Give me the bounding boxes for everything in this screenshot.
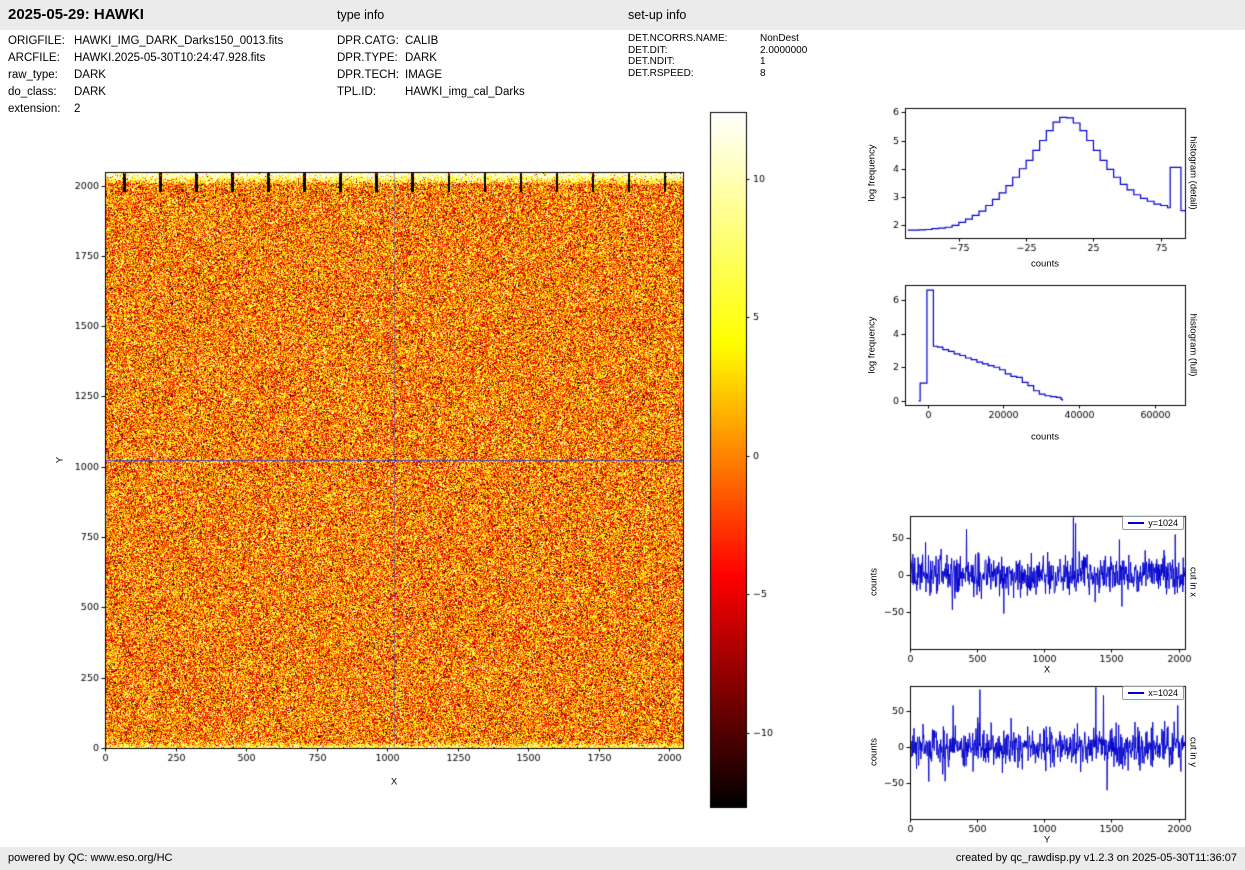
main-image-ylabel: Y (55, 457, 66, 463)
type-info-heading: type info (337, 8, 384, 22)
meta-row: DPR.TYPE:DARK (337, 50, 525, 67)
file-info-block: ORIGFILE:HAWKI_IMG_DARK_Darks150_0013.fi… (8, 33, 283, 118)
histogram-full-title: histogram (full) (1188, 314, 1199, 377)
meta-value: DARK (405, 52, 437, 64)
histogram-detail-title: histogram (detail) (1188, 136, 1199, 209)
meta-key: DPR.TYPE: (337, 50, 405, 67)
meta-key: DET.NDIT: (628, 56, 760, 68)
meta-row: DET.DIT:2.0000000 (628, 45, 807, 57)
histogram-full-xlabel: counts (1031, 432, 1059, 443)
meta-key: TPL.ID: (337, 84, 405, 101)
footer-qc-link[interactable]: powered by QC: www.eso.org/HC (8, 852, 172, 864)
setup-info-heading: set-up info (628, 8, 686, 22)
meta-value: HAWKI_IMG_DARK_Darks150_0013.fits (74, 35, 283, 47)
meta-value: CALIB (405, 35, 438, 47)
meta-row: DPR.CATG:CALIB (337, 33, 525, 50)
setup-info-block: DET.NCORRS.NAME:NonDest DET.DIT:2.000000… (628, 33, 807, 79)
meta-row: ARCFILE:HAWKI.2025-05-30T10:24:47.928.fi… (8, 50, 283, 67)
histogram-detail-ylabel: log frequency (867, 144, 878, 201)
meta-row: DET.NCORRS.NAME:NonDest (628, 33, 807, 45)
meta-key: DPR.TECH: (337, 67, 405, 84)
meta-row: TPL.ID:HAWKI_img_cal_Darks (337, 84, 525, 101)
meta-value: 2.0000000 (760, 45, 807, 56)
meta-value: NonDest (760, 33, 799, 44)
cut-x-xlabel: X (1044, 665, 1050, 676)
meta-key: DPR.CATG: (337, 33, 405, 50)
cut-in-x-plot (865, 508, 1197, 678)
meta-key: ARCFILE: (8, 50, 74, 67)
meta-row: DET.RSPEED:8 (628, 68, 807, 80)
meta-value: DARK (74, 69, 106, 81)
cut-y-legend: x=1024 (1122, 686, 1184, 700)
meta-value: 1 (760, 56, 766, 67)
dark-frame-image-plot (58, 164, 706, 794)
meta-row: DPR.TECH:IMAGE (337, 67, 525, 84)
meta-value: IMAGE (405, 69, 442, 81)
footer-created-by: created by qc_rawdisp.py v1.2.3 on 2025-… (956, 852, 1237, 864)
meta-value: 2 (74, 103, 80, 115)
main-image-xlabel: X (391, 777, 397, 788)
cut-y-xlabel: Y (1044, 835, 1050, 846)
meta-key: extension: (8, 101, 74, 118)
meta-key: DET.DIT: (628, 45, 760, 57)
meta-value: HAWKI.2025-05-30T10:24:47.928.fits (74, 52, 265, 64)
meta-key: raw_type: (8, 67, 74, 84)
legend-label: y=1024 (1148, 518, 1178, 528)
meta-key: ORIGFILE: (8, 33, 74, 50)
meta-row: raw_type:DARK (8, 67, 283, 84)
footer-bar: powered by QC: www.eso.org/HC created by… (0, 847, 1245, 870)
cut-y-title: cut in y (1188, 737, 1199, 767)
cut-in-y-plot (865, 678, 1197, 848)
meta-row: extension:2 (8, 101, 283, 118)
meta-value: DARK (74, 86, 106, 98)
histogram-full-plot (860, 277, 1200, 437)
cut-x-ylabel: counts (869, 568, 880, 596)
meta-row: do_class:DARK (8, 84, 283, 101)
qc-report-page: 2025-05-29: HAWKI type info set-up info … (0, 0, 1245, 870)
meta-row: DET.NDIT:1 (628, 56, 807, 68)
legend-label: x=1024 (1148, 688, 1178, 698)
legend-line-icon (1128, 692, 1144, 694)
header-bar: 2025-05-29: HAWKI type info set-up info (0, 0, 1245, 30)
colorbar (702, 108, 792, 814)
meta-key: DET.NCORRS.NAME: (628, 33, 760, 45)
meta-row: ORIGFILE:HAWKI_IMG_DARK_Darks150_0013.fi… (8, 33, 283, 50)
cut-x-title: cut in x (1188, 567, 1199, 597)
meta-key: DET.RSPEED: (628, 68, 760, 80)
histogram-detail-plot (860, 100, 1200, 260)
meta-key: do_class: (8, 84, 74, 101)
type-info-block: DPR.CATG:CALIB DPR.TYPE:DARK DPR.TECH:IM… (337, 33, 525, 101)
meta-value: 8 (760, 68, 766, 79)
cut-x-legend: y=1024 (1122, 516, 1184, 530)
legend-line-icon (1128, 522, 1144, 524)
meta-value: HAWKI_img_cal_Darks (405, 86, 525, 98)
cut-y-ylabel: counts (869, 738, 880, 766)
histogram-detail-xlabel: counts (1031, 259, 1059, 270)
page-title: 2025-05-29: HAWKI (8, 6, 144, 23)
histogram-full-ylabel: log frequency (867, 316, 878, 373)
